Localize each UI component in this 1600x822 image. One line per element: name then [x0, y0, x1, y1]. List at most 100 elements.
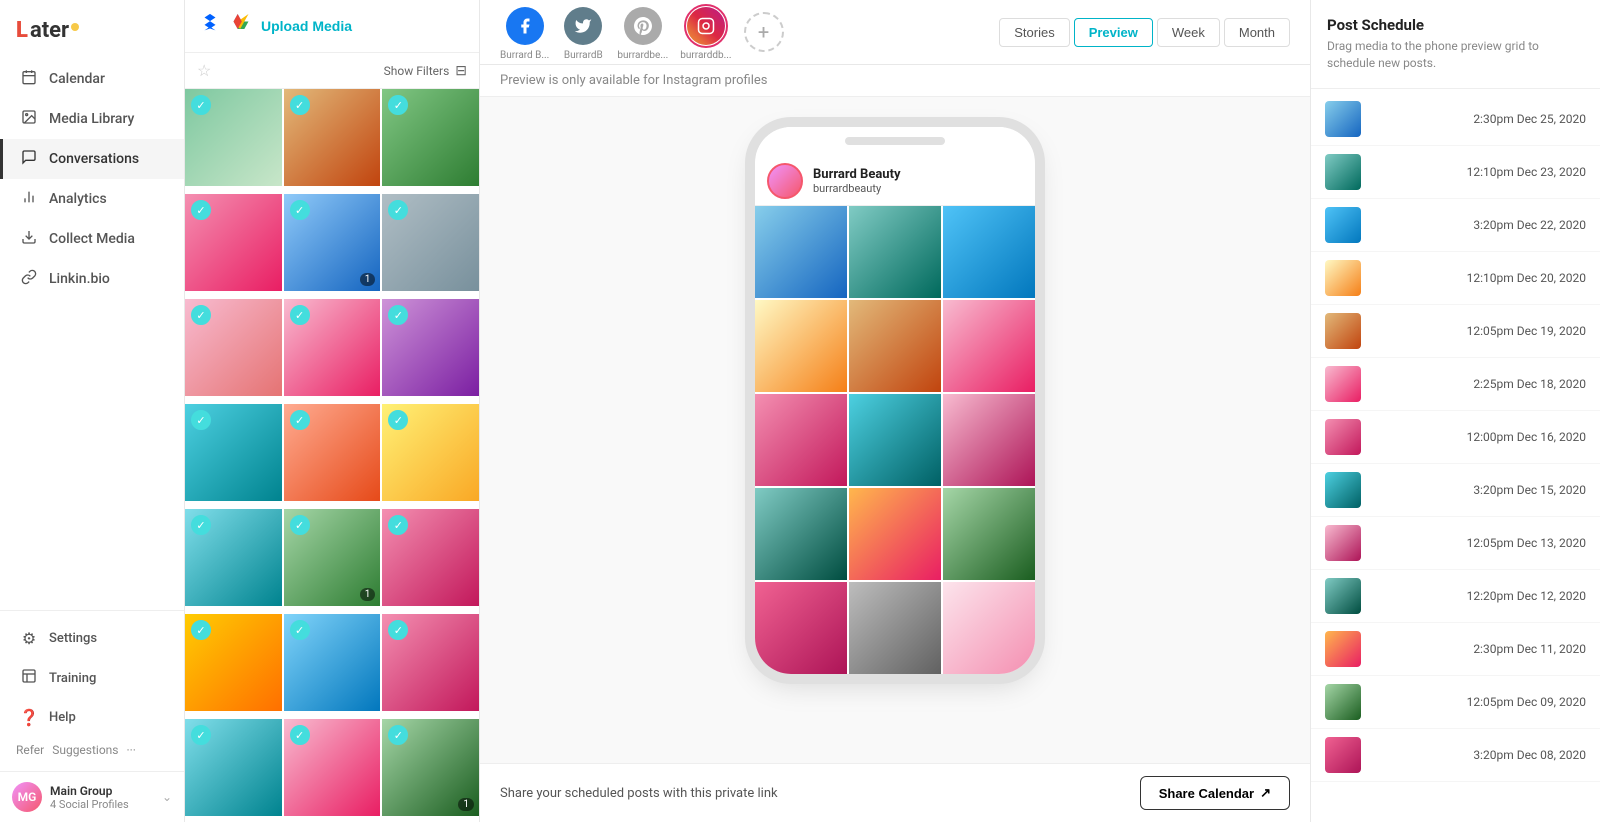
sidebar-item-collect-media[interactable]: Collect Media	[0, 219, 184, 259]
media-item[interactable]: ✓	[284, 614, 381, 711]
tab-stories[interactable]: Stories	[999, 18, 1069, 47]
workspace-bar[interactable]: MG Main Group 4 Social Profiles ⌄	[0, 771, 184, 822]
phone-cell	[943, 300, 1035, 392]
media-item[interactable]: ✓	[185, 719, 282, 816]
sidebar-item-analytics[interactable]: Analytics	[0, 179, 184, 219]
training-icon	[19, 668, 39, 688]
sidebar-bottom: ⚙ Settings Training ❓ Help Refer Suggest…	[0, 610, 184, 771]
media-grid: ✓ ✓ ✓ ✓ ✓ 1 ✓ ✓ ✓	[185, 89, 479, 822]
schedule-thumb	[1325, 313, 1361, 349]
schedule-item[interactable]: 12:05pm Dec 19, 2020	[1311, 305, 1600, 358]
media-item[interactable]: ✓	[382, 194, 479, 291]
media-item[interactable]: ✓	[185, 89, 282, 186]
sidebar-item-linkin-bio[interactable]: Linkin.bio	[0, 259, 184, 299]
share-calendar-button[interactable]: Share Calendar ↗	[1140, 776, 1290, 810]
schedule-item[interactable]: 12:00pm Dec 16, 2020	[1311, 411, 1600, 464]
profile-tab-burrard-b2[interactable]: BurrardB	[561, 4, 605, 61]
profile-label: Burrard B...	[500, 50, 549, 61]
tab-week[interactable]: Week	[1157, 18, 1220, 47]
schedule-thumb	[1325, 684, 1361, 720]
logo-area: Later	[0, 0, 184, 55]
media-item[interactable]: ✓	[284, 719, 381, 816]
phone-cell	[755, 488, 847, 580]
phone-cell	[849, 394, 941, 486]
media-item[interactable]: ✓	[382, 509, 479, 606]
sidebar-item-training[interactable]: Training	[0, 658, 184, 698]
dropbox-icon[interactable]	[199, 12, 221, 40]
sidebar-item-label-calendar: Calendar	[49, 71, 105, 87]
sidebar-item-help[interactable]: ❓ Help	[0, 698, 184, 737]
profile-tab-burrard-b1[interactable]: Burrard B...	[500, 4, 549, 61]
schedule-time: 3:20pm Dec 15, 2020	[1473, 483, 1586, 497]
phone-cell	[943, 488, 1035, 580]
media-header: Upload Media	[185, 0, 479, 53]
upload-media-button[interactable]: Upload Media	[261, 18, 352, 34]
profile-tab-burrardbe[interactable]: burrardbe...	[617, 4, 668, 61]
tab-preview[interactable]: Preview	[1074, 18, 1153, 47]
phone-cell	[755, 394, 847, 486]
media-item[interactable]: ✓ 1	[382, 719, 479, 816]
sidebar-item-label-collect: Collect Media	[49, 231, 135, 247]
schedule-item[interactable]: 2:25pm Dec 18, 2020	[1311, 358, 1600, 411]
media-check-icon: ✓	[191, 305, 211, 325]
sidebar-item-conversations[interactable]: Conversations	[0, 139, 184, 179]
workspace-avatar: MG	[12, 782, 42, 812]
media-item[interactable]: ✓	[185, 299, 282, 396]
schedule-item[interactable]: 2:30pm Dec 25, 2020	[1311, 93, 1600, 146]
sidebar-item-label-conversations: Conversations	[49, 151, 139, 167]
sidebar-item-media-library[interactable]: Media Library	[0, 99, 184, 139]
show-filters-btn[interactable]: Show Filters ⊟	[384, 63, 467, 79]
media-item[interactable]: ✓ 1	[284, 509, 381, 606]
media-item[interactable]: ✓	[382, 614, 479, 711]
share-bar: Share your scheduled posts with this pri…	[480, 763, 1310, 822]
profile-label: burrardbe...	[617, 50, 668, 61]
schedule-item[interactable]: 12:10pm Dec 20, 2020	[1311, 252, 1600, 305]
refer-link[interactable]: Refer	[16, 743, 44, 757]
media-item[interactable]: ✓	[185, 614, 282, 711]
media-item[interactable]: ✓	[382, 299, 479, 396]
schedule-item[interactable]: 3:20pm Dec 15, 2020	[1311, 464, 1600, 517]
media-item[interactable]: ✓	[284, 404, 381, 501]
star-filter-icon[interactable]: ☆	[197, 61, 211, 80]
schedule-item[interactable]: 12:05pm Dec 13, 2020	[1311, 517, 1600, 570]
media-item[interactable]: ✓	[382, 89, 479, 186]
schedule-item[interactable]: 3:20pm Dec 22, 2020	[1311, 199, 1600, 252]
phone-grid	[755, 206, 1035, 674]
sidebar-item-calendar[interactable]: Calendar	[0, 59, 184, 99]
phone-profile-header: Burrard Beauty burrardbeauty	[755, 155, 1035, 206]
media-item[interactable]: ✓ 1	[284, 194, 381, 291]
suggestions-link[interactable]: Suggestions	[52, 743, 118, 757]
add-profile-button[interactable]: +	[744, 12, 784, 52]
profile-tab-burrarddb[interactable]: burrarddb...	[680, 4, 731, 61]
schedule-time: 12:20pm Dec 12, 2020	[1467, 589, 1586, 603]
preview-notice: Preview is only available for Instagram …	[480, 65, 1310, 97]
profile-label: BurrardB	[564, 50, 603, 61]
media-item[interactable]: ✓	[382, 404, 479, 501]
sidebar-item-settings[interactable]: ⚙ Settings	[0, 619, 184, 658]
app-logo[interactable]: Later	[16, 18, 79, 43]
schedule-item[interactable]: 3:20pm Dec 08, 2020	[1311, 729, 1600, 782]
gdrive-icon[interactable]	[231, 14, 251, 39]
media-check-icon: ✓	[191, 410, 211, 430]
media-item[interactable]: ✓	[284, 89, 381, 186]
schedule-time: 3:20pm Dec 22, 2020	[1473, 218, 1586, 232]
media-item[interactable]: ✓	[185, 404, 282, 501]
schedule-time: 2:30pm Dec 11, 2020	[1473, 642, 1586, 656]
schedule-item[interactable]: 2:30pm Dec 11, 2020	[1311, 623, 1600, 676]
schedule-time: 2:30pm Dec 25, 2020	[1473, 112, 1586, 126]
media-check-icon: ✓	[290, 725, 310, 745]
phone-cell	[755, 300, 847, 392]
media-item[interactable]: ✓	[284, 299, 381, 396]
share-calendar-label: Share Calendar	[1159, 786, 1254, 801]
schedule-thumb	[1325, 631, 1361, 667]
schedule-item[interactable]: 12:10pm Dec 23, 2020	[1311, 146, 1600, 199]
phone-cell	[849, 582, 941, 674]
tab-month[interactable]: Month	[1224, 18, 1290, 47]
schedule-item[interactable]: 12:05pm Dec 09, 2020	[1311, 676, 1600, 729]
media-item[interactable]: ✓	[185, 509, 282, 606]
schedule-time: 2:25pm Dec 18, 2020	[1473, 377, 1586, 391]
schedule-item[interactable]: 12:20pm Dec 12, 2020	[1311, 570, 1600, 623]
more-options[interactable]: ···	[127, 743, 136, 757]
schedule-thumb	[1325, 154, 1361, 190]
media-item[interactable]: ✓	[185, 194, 282, 291]
